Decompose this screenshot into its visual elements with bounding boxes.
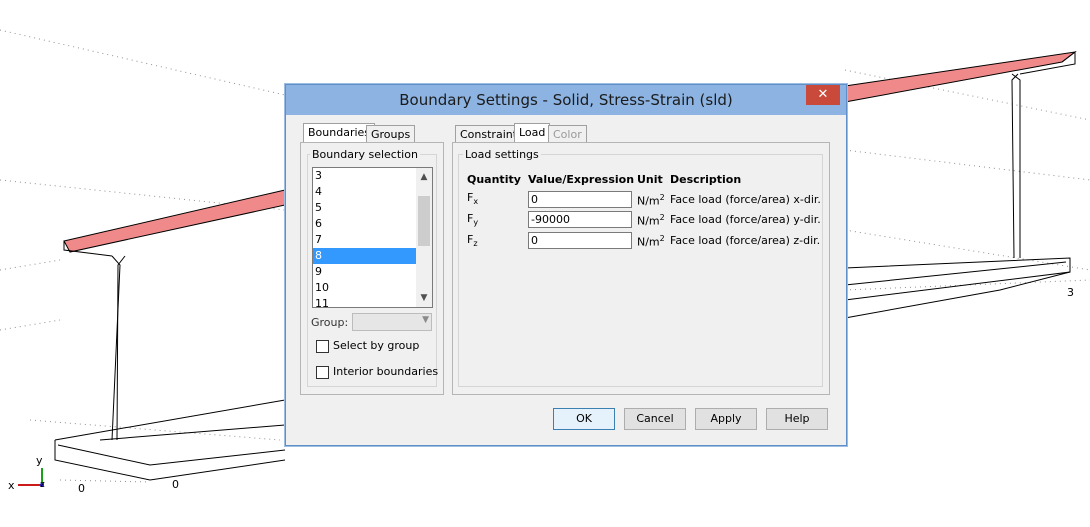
unit-base: N/m	[637, 235, 660, 249]
boundary-settings-dialog: Boundary Settings - Solid, Stress-Strain…	[285, 84, 847, 446]
list-scrollbar[interactable]: ▲ ▼	[416, 168, 432, 307]
tab-groups-label: Groups	[371, 128, 411, 141]
list-item[interactable]: 5	[313, 200, 416, 216]
apply-button[interactable]: Apply	[695, 408, 757, 430]
tab-constraint-label: Constraint	[460, 128, 518, 141]
chevron-up-icon[interactable]: ▲	[416, 170, 432, 184]
tab-load-label: Load	[519, 126, 546, 139]
description-fx: Face load (force/area) x-dir.	[670, 193, 821, 206]
interior-boundaries-label: Interior boundaries	[333, 365, 439, 378]
scroll-thumb[interactable]	[418, 196, 430, 246]
header-description: Description	[670, 173, 742, 186]
tab-color-label: Color	[553, 128, 582, 141]
load-settings-group	[458, 154, 823, 387]
unit-fy: N/m2	[637, 213, 665, 228]
list-item[interactable]: 3	[313, 168, 416, 184]
axis-z-label: z	[40, 480, 45, 490]
quantity-subscript: y	[473, 218, 479, 228]
quantity-fx: Fx	[467, 191, 478, 206]
close-icon: ✕	[817, 87, 829, 102]
unit-base: N/m	[637, 194, 660, 208]
fx-value-input[interactable]: 0	[528, 191, 632, 208]
header-quantity: Quantity	[467, 173, 521, 186]
boundary-selection-label: Boundary selection	[310, 148, 420, 161]
unit-exponent: 2	[659, 234, 665, 243]
quantity-subscript: z	[473, 239, 478, 249]
chevron-down-icon: ▼	[422, 315, 429, 325]
cancel-button[interactable]: Cancel	[624, 408, 686, 430]
unit-exponent: 2	[659, 193, 665, 202]
list-item[interactable]: 7	[313, 232, 416, 248]
fy-value-input[interactable]: -90000	[528, 211, 632, 228]
unit-exponent: 2	[659, 213, 665, 222]
quantity-subscript: x	[473, 197, 479, 207]
ok-button[interactable]: OK	[553, 408, 615, 430]
description-fz: Face load (force/area) z-dir.	[670, 234, 821, 247]
list-item[interactable]: 9	[313, 264, 416, 280]
tab-boundaries[interactable]: Boundaries	[303, 123, 376, 143]
chevron-down-icon[interactable]: ▼	[416, 291, 432, 305]
axis-x-label: x	[8, 479, 15, 492]
axis-y-label: y	[36, 454, 43, 467]
axis-tick-label: 0	[78, 482, 85, 495]
list-item[interactable]: 6	[313, 216, 416, 232]
group-label: Group:	[311, 316, 349, 329]
unit-base: N/m	[637, 214, 660, 228]
description-fy: Face load (force/area) y-dir.	[670, 213, 821, 226]
quantity-fz: Fz	[467, 233, 478, 248]
select-by-group-checkbox[interactable]	[316, 340, 329, 353]
tab-boundaries-label: Boundaries	[308, 126, 371, 139]
quantity-fy: Fy	[467, 212, 478, 227]
list-item[interactable]: 11	[313, 296, 416, 307]
list-item[interactable]: 10	[313, 280, 416, 296]
load-settings-label: Load settings	[463, 148, 541, 161]
list-item[interactable]: 4	[313, 184, 416, 200]
title-bar[interactable]: Boundary Settings - Solid, Stress-Strain…	[286, 85, 846, 115]
list-item-selected[interactable]: 8	[313, 248, 416, 264]
boundary-listbox[interactable]: 3 4 5 6 7 8 9 10 11 ▲ ▼	[312, 167, 433, 308]
interior-boundaries-checkbox[interactable]	[316, 366, 329, 379]
tab-constraint[interactable]: Constraint	[455, 125, 523, 143]
dialog-title: Boundary Settings - Solid, Stress-Strain…	[399, 91, 733, 109]
tab-groups[interactable]: Groups	[366, 125, 416, 143]
close-button[interactable]: ✕	[806, 85, 840, 105]
help-button[interactable]: Help	[766, 408, 828, 430]
unit-fz: N/m2	[637, 234, 665, 249]
header-unit: Unit	[637, 173, 663, 186]
fz-value-input[interactable]: 0	[528, 232, 632, 249]
group-select[interactable]: ▼	[352, 313, 432, 331]
header-value: Value/Expression	[528, 173, 635, 186]
select-by-group-label: Select by group	[333, 339, 420, 352]
unit-fx: N/m2	[637, 193, 665, 208]
tab-color: Color	[548, 125, 587, 143]
axis-tick-label: 3	[1067, 286, 1074, 299]
axis-tick-label: 0	[172, 478, 179, 491]
tab-load[interactable]: Load	[514, 123, 551, 143]
